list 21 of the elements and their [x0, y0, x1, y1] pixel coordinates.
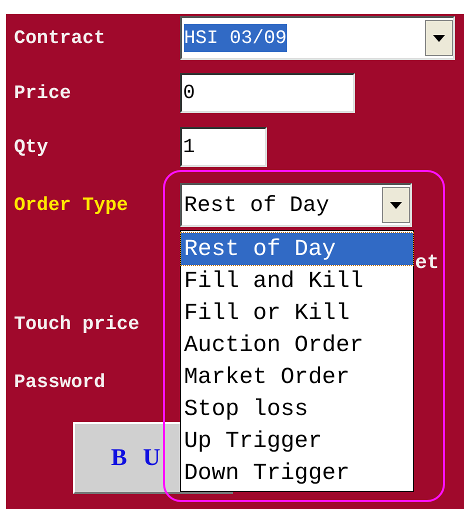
- field-label: Password: [13, 370, 106, 395]
- field-label: et: [415, 251, 440, 277]
- caret-icon: [390, 202, 402, 208]
- caret-icon: [433, 34, 445, 42]
- field-label: Touch price: [13, 312, 140, 337]
- combo-box[interactable]: HSI 03/09: [180, 16, 455, 60]
- dropdown-option[interactable]: Market Order: [181, 361, 413, 393]
- input-field[interactable]: 0: [180, 73, 355, 113]
- field-label: Order Type: [13, 192, 130, 218]
- dropdown-option[interactable]: Fill or Kill: [181, 297, 413, 329]
- field-label: Contract: [13, 26, 106, 51]
- input-field[interactable]: 1: [180, 127, 267, 167]
- dropdown-option[interactable]: Rest of Day: [181, 233, 413, 265]
- dropdown-option[interactable]: Auction Order: [181, 329, 413, 361]
- field-label: Qty: [13, 134, 50, 160]
- dropdown-button[interactable]: [382, 187, 410, 223]
- dropdown-button[interactable]: [425, 20, 453, 56]
- dropdown-option[interactable]: Stop loss: [181, 393, 413, 425]
- combo-box[interactable]: Rest of Day: [180, 183, 412, 227]
- dropdown-option[interactable]: Fill and Kill: [181, 265, 413, 297]
- field-label: Price: [13, 80, 72, 106]
